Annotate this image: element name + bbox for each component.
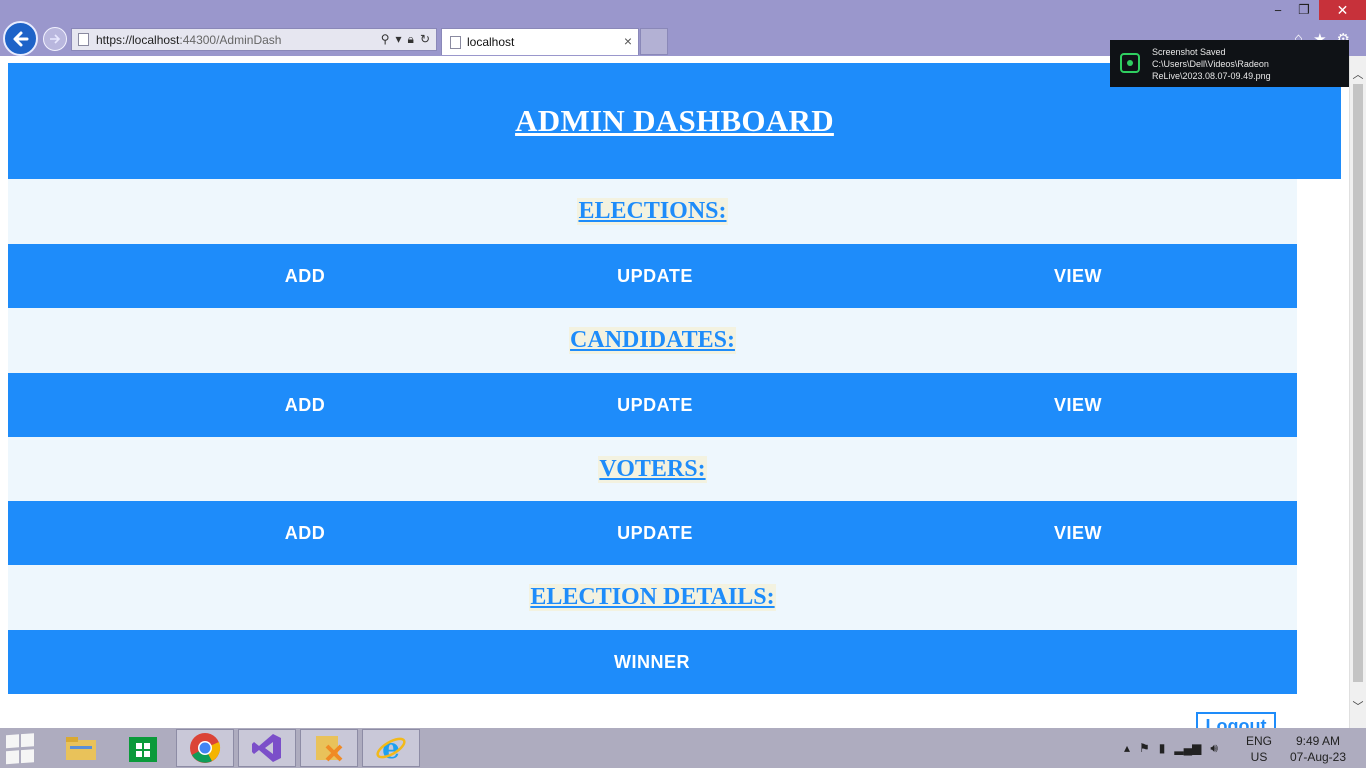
- tab-localhost[interactable]: localhost ×: [441, 28, 639, 55]
- close-tab-icon[interactable]: ×: [624, 33, 632, 49]
- scroll-thumb[interactable]: [1353, 84, 1363, 682]
- maximize-button[interactable]: ❐: [1293, 0, 1315, 20]
- elections-actions: ADD UPDATE VIEW: [8, 244, 1297, 308]
- volume-icon[interactable]: 🔊︎: [1210, 741, 1218, 756]
- voters-add-button[interactable]: ADD: [255, 501, 355, 565]
- internet-explorer-icon[interactable]: e: [362, 729, 420, 767]
- search-icon[interactable]: ⚲: [381, 32, 390, 47]
- tab-title: localhost: [467, 35, 515, 49]
- candidates-actions: ADD UPDATE VIEW: [8, 373, 1297, 437]
- elections-add-button[interactable]: ADD: [255, 244, 355, 308]
- candidates-update-button[interactable]: UPDATE: [585, 373, 725, 437]
- winner-button[interactable]: WINNER: [582, 630, 722, 694]
- back-button[interactable]: [3, 21, 38, 56]
- section-title: ELECTION DETAILS:: [529, 584, 776, 611]
- section-title: ELECTIONS:: [577, 198, 728, 225]
- address-bar[interactable]: https://localhost:44300/AdminDash ⚲ ▾ 🔒︎…: [71, 28, 437, 51]
- section-title: CANDIDATES:: [569, 327, 736, 354]
- windows-store-icon[interactable]: [114, 729, 172, 767]
- clock-time: 9:49 AM: [1295, 734, 1341, 748]
- address-url[interactable]: https://localhost:44300/AdminDash: [96, 33, 281, 47]
- page-scrollbar[interactable]: ︿ ﹀: [1349, 56, 1366, 728]
- notification-path-line1: C:\Users\Dell\Videos\Radeon: [1152, 59, 1269, 69]
- windows-start-button[interactable]: [6, 733, 40, 765]
- action-center-flag-icon[interactable]: ⚑: [1139, 741, 1150, 755]
- voters-view-button[interactable]: VIEW: [1023, 501, 1133, 565]
- voters-update-button[interactable]: UPDATE: [585, 501, 725, 565]
- notification-title: Screenshot Saved: [1152, 47, 1226, 57]
- show-hidden-icons-icon[interactable]: ▴: [1124, 741, 1130, 755]
- section-heading-candidates: CANDIDATES:: [8, 308, 1297, 373]
- notification-path-line2: ReLive\2023.08.07-09.49.png: [1152, 71, 1271, 81]
- elections-view-button[interactable]: VIEW: [1023, 244, 1133, 308]
- new-tab-button[interactable]: [640, 28, 668, 55]
- scroll-up-icon[interactable]: ︿: [1350, 66, 1366, 82]
- section-heading-voters: VOTERS:: [8, 437, 1297, 502]
- windows-taskbar: e ▴ ⚑ ▮ ▂▄▆ 🔊︎ ENG US 9:49 AM 07-Aug-23: [0, 728, 1366, 768]
- taskbar-clock[interactable]: 9:49 AM 07-Aug-23: [1286, 733, 1350, 765]
- dropdown-icon[interactable]: ▾: [396, 32, 402, 47]
- page-viewport: ADMIN DASHBOARD ELECTIONS: ADD UPDATE VI…: [0, 56, 1349, 728]
- page-icon: [78, 33, 89, 46]
- section-title: VOTERS:: [598, 456, 707, 483]
- file-explorer-icon[interactable]: [52, 729, 110, 767]
- arrow-left-icon: [13, 31, 28, 46]
- candidates-add-button[interactable]: ADD: [255, 373, 355, 437]
- visual-studio-icon[interactable]: [238, 729, 296, 767]
- network-signal-icon[interactable]: ▂▄▆: [1174, 741, 1201, 755]
- voters-actions: ADD UPDATE VIEW: [8, 501, 1297, 565]
- camera-icon: [1120, 53, 1140, 73]
- page-title: ADMIN DASHBOARD: [515, 103, 834, 138]
- elections-update-button[interactable]: UPDATE: [585, 244, 725, 308]
- battery-icon[interactable]: ▮: [1159, 741, 1166, 755]
- forward-button[interactable]: [43, 27, 67, 51]
- logout-button[interactable]: Logout: [1196, 712, 1276, 728]
- arrow-right-icon: [50, 34, 61, 44]
- refresh-icon[interactable]: ↻: [420, 32, 430, 47]
- election-details-actions: WINNER: [8, 630, 1297, 694]
- chrome-icon[interactable]: [176, 729, 234, 767]
- close-window-button[interactable]: ✕: [1319, 0, 1366, 20]
- scroll-down-icon[interactable]: ﹀: [1350, 698, 1366, 714]
- page-icon: [450, 36, 461, 49]
- language-indicator[interactable]: ENG US: [1246, 733, 1272, 765]
- candidates-view-button[interactable]: VIEW: [1023, 373, 1133, 437]
- section-heading-election-details: ELECTION DETAILS:: [8, 565, 1297, 630]
- minimize-button[interactable]: −: [1267, 0, 1289, 20]
- system-tray: ▴ ⚑ ▮ ▂▄▆ 🔊︎: [1124, 728, 1218, 768]
- lock-icon[interactable]: 🔒︎: [408, 32, 414, 47]
- xampp-icon[interactable]: [300, 729, 358, 767]
- section-heading-elections: ELECTIONS:: [8, 179, 1297, 244]
- clock-date: 07-Aug-23: [1289, 750, 1347, 764]
- svg-text:e: e: [382, 732, 400, 764]
- screenshot-notification[interactable]: Screenshot Saved C:\Users\Dell\Videos\Ra…: [1110, 40, 1349, 87]
